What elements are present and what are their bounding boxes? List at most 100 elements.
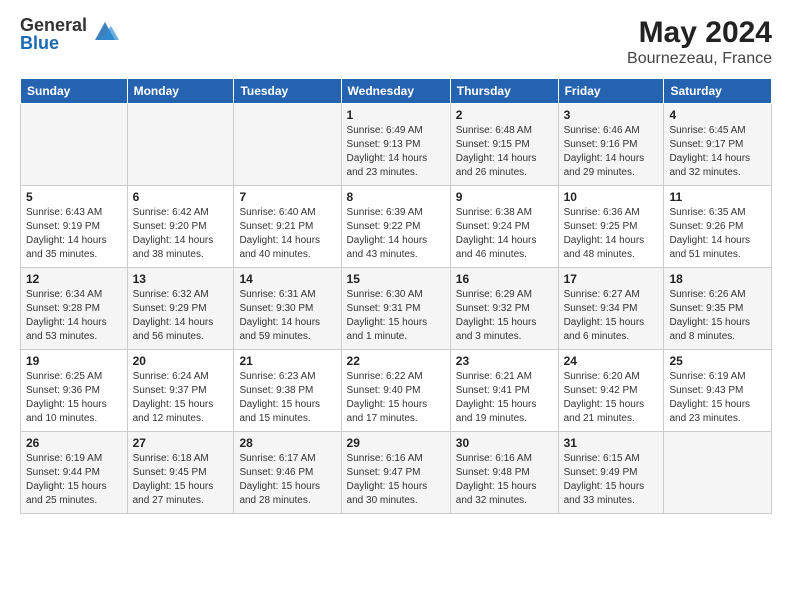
day-info: Sunrise: 6:46 AM Sunset: 9:16 PM Dayligh… [564, 124, 659, 180]
calendar-cell: 2 Sunrise: 6:48 AM Sunset: 9:15 PM Daylig… [450, 104, 558, 186]
day-number: 9 [456, 190, 553, 204]
weekday-header-saturday: Saturday [664, 79, 772, 104]
day-info: Sunrise: 6:39 AM Sunset: 9:22 PM Dayligh… [347, 206, 445, 262]
logo-general: General [20, 16, 87, 34]
month-year-title: May 2024 [627, 16, 772, 50]
logo-blue: Blue [20, 34, 87, 52]
calendar-cell: 8 Sunrise: 6:39 AM Sunset: 9:22 PM Daylig… [341, 186, 450, 268]
day-number: 1 [347, 108, 445, 122]
calendar-cell [127, 104, 234, 186]
logo-icon [91, 18, 119, 46]
day-number: 20 [133, 354, 229, 368]
weekday-header-monday: Monday [127, 79, 234, 104]
day-number: 24 [564, 354, 659, 368]
calendar-week-1: 1 Sunrise: 6:49 AM Sunset: 9:13 PM Daylig… [21, 104, 772, 186]
day-info: Sunrise: 6:22 AM Sunset: 9:40 PM Dayligh… [347, 370, 445, 426]
day-info: Sunrise: 6:42 AM Sunset: 9:20 PM Dayligh… [133, 206, 229, 262]
calendar-cell: 3Sunrise: 6:46 AM Sunset: 9:16 PM Daylig… [558, 104, 664, 186]
day-number: 13 [133, 272, 229, 286]
calendar-cell: 24 Sunrise: 6:20 AM Sunset: 9:42 PM Dayli… [558, 350, 664, 432]
calendar-cell: 31Sunrise: 6:15 AM Sunset: 9:49 PM Dayli… [558, 432, 664, 514]
day-info: Sunrise: 6:21 AM Sunset: 9:41 PM Dayligh… [456, 370, 553, 426]
day-number: 2 [456, 108, 553, 122]
day-number: 28 [239, 436, 335, 450]
day-number: 16 [456, 272, 553, 286]
header: General Blue May 2024 Bournezeau, France [20, 16, 772, 68]
calendar-table: SundayMondayTuesdayWednesdayThursdayFrid… [20, 78, 772, 514]
day-number: 21 [239, 354, 335, 368]
day-number: 17 [564, 272, 659, 286]
day-info: Sunrise: 6:43 AM Sunset: 9:19 PM Dayligh… [26, 206, 122, 262]
calendar-cell: 7 Sunrise: 6:40 AM Sunset: 9:21 PM Daylig… [234, 186, 341, 268]
day-info: Sunrise: 6:49 AM Sunset: 9:13 PM Dayligh… [347, 124, 445, 180]
day-info: Sunrise: 6:45 AM Sunset: 9:17 PM Dayligh… [669, 124, 766, 180]
weekday-header-thursday: Thursday [450, 79, 558, 104]
calendar-week-4: 19Sunrise: 6:25 AM Sunset: 9:36 PM Dayli… [21, 350, 772, 432]
day-info: Sunrise: 6:38 AM Sunset: 9:24 PM Dayligh… [456, 206, 553, 262]
day-number: 10 [564, 190, 659, 204]
calendar-cell: 28 Sunrise: 6:17 AM Sunset: 9:46 PM Dayli… [234, 432, 341, 514]
day-number: 30 [456, 436, 553, 450]
calendar-cell: 30 Sunrise: 6:16 AM Sunset: 9:48 PM Dayli… [450, 432, 558, 514]
calendar-cell: 27Sunrise: 6:18 AM Sunset: 9:45 PM Dayli… [127, 432, 234, 514]
day-number: 19 [26, 354, 122, 368]
calendar-cell [664, 432, 772, 514]
day-info: Sunrise: 6:16 AM Sunset: 9:48 PM Dayligh… [456, 452, 553, 508]
calendar-cell: 10Sunrise: 6:36 AM Sunset: 9:25 PM Dayli… [558, 186, 664, 268]
day-number: 27 [133, 436, 229, 450]
day-number: 25 [669, 354, 766, 368]
day-info: Sunrise: 6:35 AM Sunset: 9:26 PM Dayligh… [669, 206, 766, 262]
calendar-cell: 6 Sunrise: 6:42 AM Sunset: 9:20 PM Daylig… [127, 186, 234, 268]
day-info: Sunrise: 6:16 AM Sunset: 9:47 PM Dayligh… [347, 452, 445, 508]
day-number: 5 [26, 190, 122, 204]
calendar-cell: 9 Sunrise: 6:38 AM Sunset: 9:24 PM Daylig… [450, 186, 558, 268]
day-number: 11 [669, 190, 766, 204]
day-number: 15 [347, 272, 445, 286]
day-info: Sunrise: 6:24 AM Sunset: 9:37 PM Dayligh… [133, 370, 229, 426]
day-info: Sunrise: 6:31 AM Sunset: 9:30 PM Dayligh… [239, 288, 335, 344]
weekday-header-wednesday: Wednesday [341, 79, 450, 104]
calendar-cell: 14 Sunrise: 6:31 AM Sunset: 9:30 PM Dayli… [234, 268, 341, 350]
calendar-cell [234, 104, 341, 186]
calendar-cell: 12 Sunrise: 6:34 AM Sunset: 9:28 PM Dayli… [21, 268, 128, 350]
day-number: 7 [239, 190, 335, 204]
calendar-week-2: 5 Sunrise: 6:43 AM Sunset: 9:19 PM Daylig… [21, 186, 772, 268]
calendar-cell: 19Sunrise: 6:25 AM Sunset: 9:36 PM Dayli… [21, 350, 128, 432]
day-info: Sunrise: 6:30 AM Sunset: 9:31 PM Dayligh… [347, 288, 445, 344]
calendar-week-3: 12 Sunrise: 6:34 AM Sunset: 9:28 PM Dayli… [21, 268, 772, 350]
day-info: Sunrise: 6:26 AM Sunset: 9:35 PM Dayligh… [669, 288, 766, 344]
day-number: 31 [564, 436, 659, 450]
calendar-cell: 5 Sunrise: 6:43 AM Sunset: 9:19 PM Daylig… [21, 186, 128, 268]
location-subtitle: Bournezeau, France [627, 50, 772, 68]
calendar-cell: 4 Sunrise: 6:45 AM Sunset: 9:17 PM Daylig… [664, 104, 772, 186]
day-info: Sunrise: 6:23 AM Sunset: 9:38 PM Dayligh… [239, 370, 335, 426]
day-info: Sunrise: 6:20 AM Sunset: 9:42 PM Dayligh… [564, 370, 659, 426]
day-info: Sunrise: 6:19 AM Sunset: 9:43 PM Dayligh… [669, 370, 766, 426]
calendar-cell: 29 Sunrise: 6:16 AM Sunset: 9:47 PM Dayli… [341, 432, 450, 514]
day-number: 18 [669, 272, 766, 286]
day-info: Sunrise: 6:34 AM Sunset: 9:28 PM Dayligh… [26, 288, 122, 344]
calendar-cell [21, 104, 128, 186]
calendar-cell: 21 Sunrise: 6:23 AM Sunset: 9:38 PM Dayli… [234, 350, 341, 432]
day-info: Sunrise: 6:29 AM Sunset: 9:32 PM Dayligh… [456, 288, 553, 344]
day-number: 14 [239, 272, 335, 286]
day-info: Sunrise: 6:17 AM Sunset: 9:46 PM Dayligh… [239, 452, 335, 508]
calendar-cell: 20 Sunrise: 6:24 AM Sunset: 9:37 PM Dayli… [127, 350, 234, 432]
day-number: 29 [347, 436, 445, 450]
day-number: 4 [669, 108, 766, 122]
weekday-row: SundayMondayTuesdayWednesdayThursdayFrid… [21, 79, 772, 104]
day-info: Sunrise: 6:48 AM Sunset: 9:15 PM Dayligh… [456, 124, 553, 180]
calendar-cell: 11 Sunrise: 6:35 AM Sunset: 9:26 PM Dayli… [664, 186, 772, 268]
calendar-cell: 26Sunrise: 6:19 AM Sunset: 9:44 PM Dayli… [21, 432, 128, 514]
calendar-header: SundayMondayTuesdayWednesdayThursdayFrid… [21, 79, 772, 104]
calendar-cell: 15 Sunrise: 6:30 AM Sunset: 9:31 PM Dayli… [341, 268, 450, 350]
weekday-header-friday: Friday [558, 79, 664, 104]
day-number: 8 [347, 190, 445, 204]
day-number: 12 [26, 272, 122, 286]
day-number: 6 [133, 190, 229, 204]
day-info: Sunrise: 6:40 AM Sunset: 9:21 PM Dayligh… [239, 206, 335, 262]
day-info: Sunrise: 6:19 AM Sunset: 9:44 PM Dayligh… [26, 452, 122, 508]
page: General Blue May 2024 Bournezeau, France… [0, 0, 792, 612]
calendar-cell: 25 Sunrise: 6:19 AM Sunset: 9:43 PM Dayli… [664, 350, 772, 432]
logo: General Blue [20, 16, 119, 52]
